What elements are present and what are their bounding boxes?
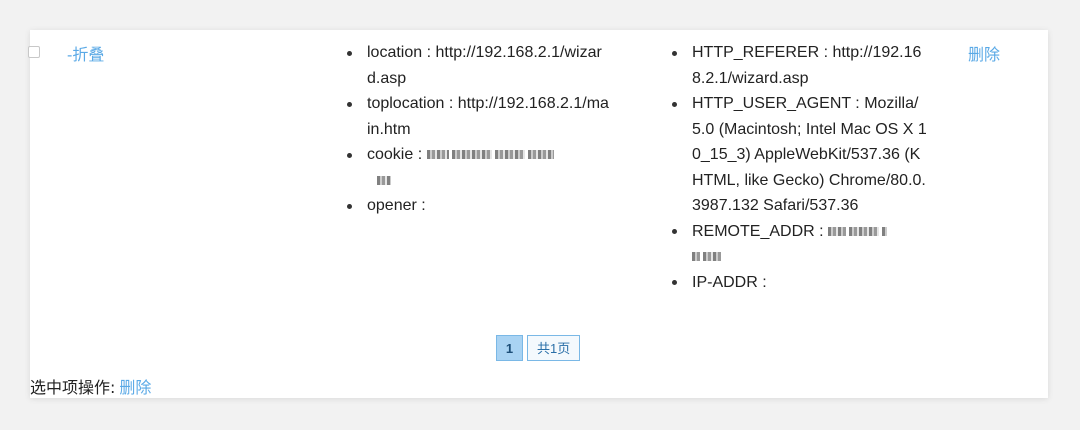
remote-addr-label: REMOTE_ADDR : [692,222,824,240]
delete-row-link[interactable]: 删除 [968,41,1000,65]
cookie-item: cookie : [345,142,610,193]
location-item: location : http://192.168.2.1/wizard.asp [345,40,610,91]
cookie-label: cookie : [367,146,423,163]
bulk-actions-label: 选中项操作: [30,378,116,397]
redacted-value [882,226,888,236]
remote-addr-item: REMOTE_ADDR : [670,219,928,270]
ip-addr-item: IP-ADDR : [670,270,928,296]
http-referer-item: HTTP_REFERER : http://192.168.2.1/wizard… [670,40,928,91]
redacted-value [828,226,847,236]
redacted-value [377,175,391,185]
redacted-value [849,226,880,236]
http-user-agent-item: HTTP_USER_AGENT : Mozilla/5.0 (Macintosh… [670,91,928,219]
redacted-value [451,150,492,160]
collapse-link[interactable]: -折叠 [67,41,104,65]
redacted-value [426,150,449,160]
bulk-actions: 选中项操作: 删除 [30,374,151,398]
page-1-button[interactable]: 1 [496,335,523,361]
http-headers-list: HTTP_REFERER : http://192.168.2.1/wizard… [670,40,928,295]
location-info-list: location : http://192.168.2.1/wizard.asp… [345,40,610,219]
redacted-value [527,150,554,160]
row-select-checkbox[interactable] [28,46,40,58]
pagination: 1 共1页 [496,335,581,361]
opener-item: opener : [345,193,610,219]
redacted-value [692,252,700,262]
toplocation-item: toplocation : http://192.168.2.1/main.ht… [345,91,610,142]
bulk-delete-link[interactable]: 删除 [119,378,151,397]
redacted-value [703,252,721,262]
redacted-value [494,150,525,160]
page-total-label: 共1页 [527,335,581,361]
